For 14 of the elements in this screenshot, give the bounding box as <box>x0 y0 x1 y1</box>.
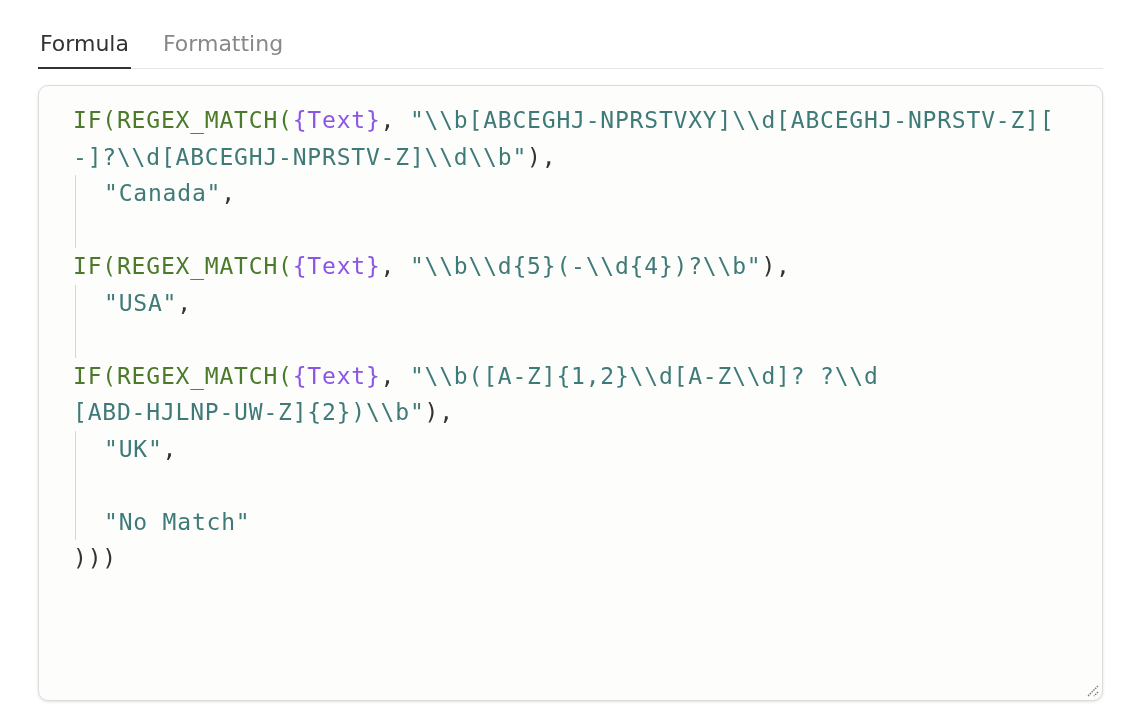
code-line: "No Match" <box>104 507 251 537</box>
code-line: ))) <box>73 544 117 573</box>
code-line: IF(REGEX_MATCH({Text}, "\\b[ABCEGHJ-NPRSTVXY]\\d[ABCEGHJ-NPRSTV-Z][ <box>73 106 1055 136</box>
tab[interactable]: Formatting <box>160 22 286 69</box>
code-line: IF(REGEX_MATCH({Text}, "\\b([A-Z]{1,2}\\d[A-Z\\d]? ?\\d <box>73 361 879 392</box>
code-line: "Canada", <box>104 179 236 208</box>
code-line: -]?\\d[ABCEGHJ-NPRSTV-Z]\\d\\b"), <box>73 142 557 172</box>
code-line: IF(REGEX_MATCH({Text}, "\\b\\d{5}(-\\d{4})?\\b"), <box>73 252 791 282</box>
code-line: [ABD-HJLNP-UW-Z]{2})\\b"), <box>73 398 454 427</box>
formula-editor[interactable] <box>38 85 1103 701</box>
code-line: "USA", <box>104 288 192 318</box>
tab[interactable]: Formula <box>38 22 131 69</box>
code-line: "UK", <box>104 434 178 464</box>
resize-handle-icon[interactable] <box>1085 683 1099 697</box>
